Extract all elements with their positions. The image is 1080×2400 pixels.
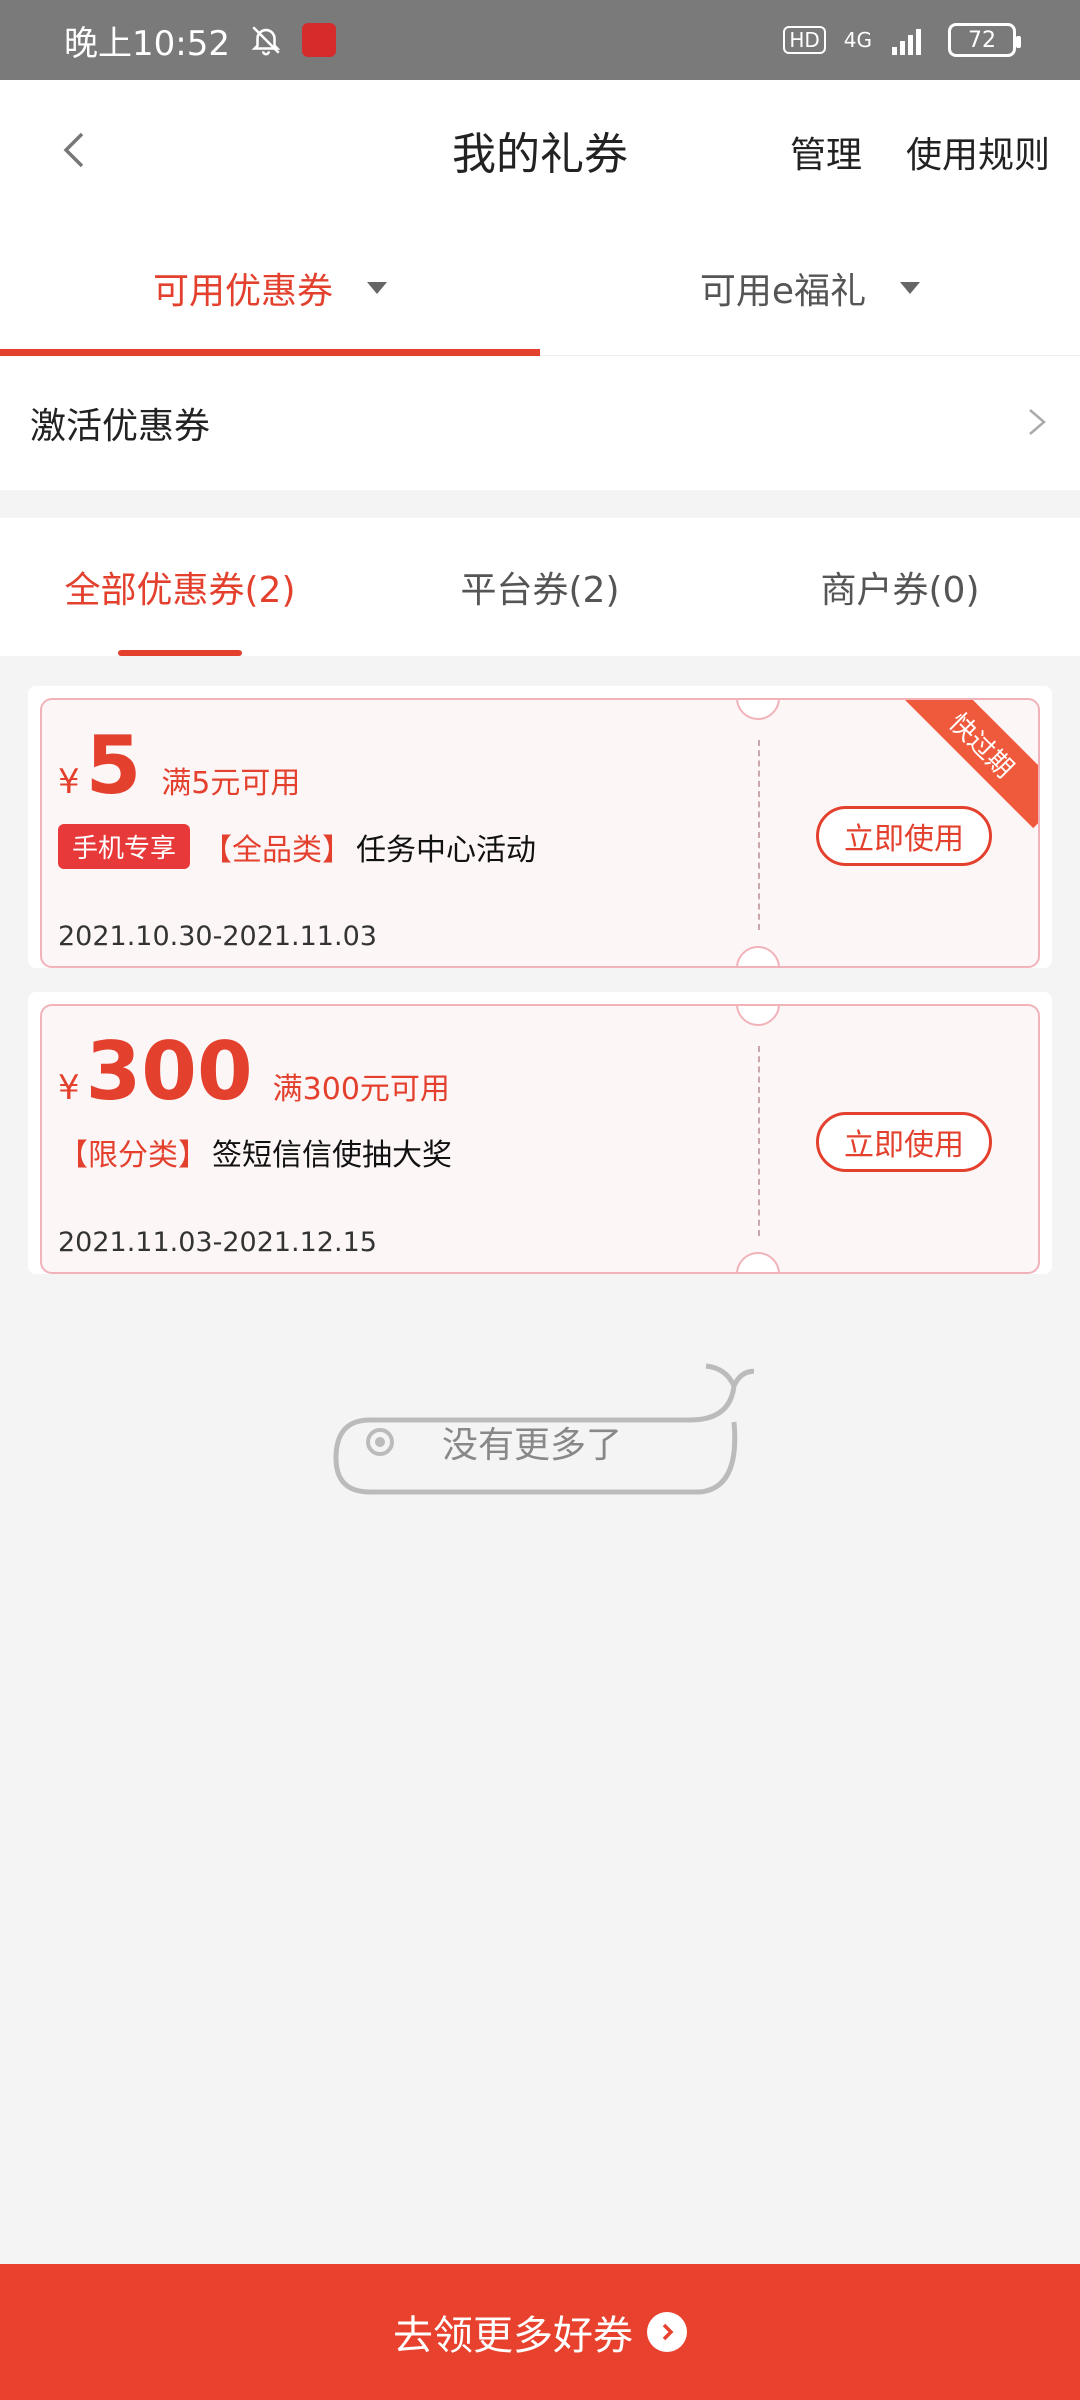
- coupon-list: ¥ 5 满5元可用 手机专享 【全品类】 任务中心活动 2021.10.30-2…: [28, 686, 1052, 1298]
- coupon-notch: [736, 1006, 780, 1026]
- chevron-right-icon: [1029, 409, 1046, 435]
- currency-symbol: ¥: [58, 1068, 80, 1108]
- activate-coupon-row[interactable]: 激活优惠券: [0, 356, 1080, 490]
- tab-available-e-gifts[interactable]: 可用e福礼: [540, 220, 1080, 356]
- get-more-coupons-label: 去领更多好券: [393, 2313, 633, 2359]
- manage-button[interactable]: 管理: [790, 126, 862, 178]
- coupon-notch: [736, 1252, 780, 1272]
- status-bar: 晚上10:52 HD 4G 72: [0, 0, 1080, 80]
- coupon-divider: [758, 740, 760, 930]
- signal-icon: [890, 20, 930, 60]
- coupon-notch: [736, 946, 780, 966]
- coupon-value: 300: [85, 1025, 253, 1118]
- coupon: ¥ 300 满300元可用 【限分类】 签短信信使抽大奖 2021.11.03-…: [40, 1004, 1040, 1274]
- coupon-category: 【限分类】: [58, 1138, 208, 1173]
- coupon-amount: ¥ 5 满5元可用: [58, 726, 300, 806]
- tab-platform-coupons[interactable]: 平台券(2): [360, 518, 720, 656]
- screen: 晚上10:52 HD 4G 72 我的礼券 管理 使用规则 可用优惠券 可用e福…: [0, 0, 1080, 2400]
- coupon-date-range: 2021.10.30-2021.11.03: [58, 921, 377, 952]
- coupon-description: 手机专享 【全品类】 任务中心活动: [58, 824, 536, 869]
- status-time: 晚上10:52: [64, 23, 230, 64]
- caret-down-icon: [367, 282, 387, 294]
- coupon-divider: [758, 1046, 760, 1236]
- use-now-button[interactable]: 立即使用: [816, 1112, 992, 1172]
- get-more-coupons-button[interactable]: 去领更多好券: [0, 2264, 1080, 2400]
- tab-label: 可用优惠券: [152, 271, 333, 312]
- top-tabs: 可用优惠券 可用e福礼: [0, 220, 1080, 356]
- rules-button[interactable]: 使用规则: [906, 126, 1050, 178]
- coupon-title: 任务中心活动: [356, 832, 537, 868]
- arrow-right-circle-icon: [647, 2312, 687, 2352]
- bell-off-icon: [246, 20, 286, 60]
- coupon-title: 签短信信使抽大奖: [212, 1138, 452, 1173]
- no-more-text: 没有更多了: [442, 1425, 623, 1466]
- tab-all-coupons[interactable]: 全部优惠券(2): [0, 518, 360, 656]
- coupon-category: 【全品类】: [202, 832, 353, 868]
- battery-level: 72: [968, 27, 996, 53]
- coupon-amount: ¥ 300 满300元可用: [58, 1032, 450, 1112]
- caret-down-icon: [900, 282, 921, 294]
- hd-icon: HD: [783, 26, 826, 54]
- coupon-description: 【限分类】 签短信信使抽大奖: [58, 1130, 452, 1174]
- mobile-only-badge: 手机专享: [58, 824, 191, 869]
- battery-icon: 72: [948, 23, 1021, 57]
- no-more-indicator: 没有更多了: [330, 1362, 761, 1496]
- coupon: ¥ 5 满5元可用 手机专享 【全品类】 任务中心活动 2021.10.30-2…: [40, 698, 1040, 968]
- coupon-notch: [736, 700, 780, 720]
- activate-coupon-label: 激活优惠券: [30, 406, 211, 447]
- coupon-card: ¥ 300 满300元可用 【限分类】 签短信信使抽大奖 2021.11.03-…: [28, 992, 1052, 1274]
- currency-symbol: ¥: [58, 762, 80, 802]
- coupon-filter-tabs: 全部优惠券(2) 平台券(2) 商户券(0): [0, 518, 1080, 656]
- tab-merchant-coupons[interactable]: 商户券(0): [720, 518, 1080, 656]
- coupon-condition: 满300元可用: [272, 1072, 450, 1107]
- app-notification-icon: [301, 23, 336, 57]
- tab-available-coupons[interactable]: 可用优惠券: [0, 220, 540, 356]
- tab-label: 可用e福礼: [699, 271, 867, 312]
- coupon-date-range: 2021.11.03-2021.12.15: [58, 1227, 377, 1258]
- coupon-condition: 满5元可用: [161, 766, 301, 801]
- coupon-card: ¥ 5 满5元可用 手机专享 【全品类】 任务中心活动 2021.10.30-2…: [28, 686, 1052, 968]
- coupon-value: 5: [85, 719, 142, 812]
- network-label: 4G: [843, 28, 872, 52]
- use-now-button[interactable]: 立即使用: [816, 806, 992, 866]
- header: 我的礼券 管理 使用规则: [0, 80, 1080, 220]
